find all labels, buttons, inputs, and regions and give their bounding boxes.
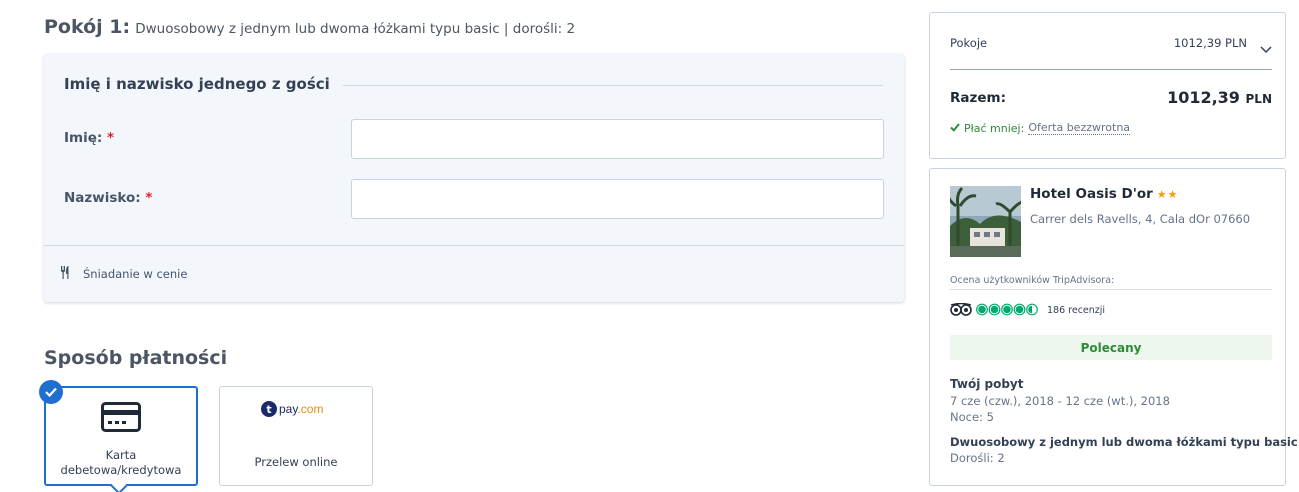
payment-option-card[interactable]: Karta debetowa/kredytowa — [39, 380, 198, 492]
selected-check-icon — [39, 380, 63, 404]
credit-card-icon — [101, 402, 141, 436]
payment-card-label: Karta debetowa/kredytowa — [60, 448, 182, 477]
guest-form-heading: Imię i nazwisko jednego z gości — [64, 75, 330, 93]
tpay-logo: t pay.com — [261, 401, 323, 417]
first-name-label: Imię: * — [64, 130, 115, 146]
hotel-name: Hotel Oasis D'or ★★ — [1030, 186, 1179, 202]
stay-nights: Noce: 5 — [950, 410, 994, 424]
payment-option-online-transfer[interactable]: t pay.com Przelew online — [219, 386, 373, 486]
chevron-down-icon[interactable] — [1260, 39, 1272, 58]
check-icon — [950, 122, 960, 135]
pay-later-info: Płać mniej: Oferta bezzwrotna — [950, 121, 1131, 135]
payment-online-label: Przelew online — [254, 455, 338, 469]
breakfast-info: Śniadanie w cenie — [60, 266, 187, 282]
rating-bubble-fill — [990, 305, 999, 314]
cutlery-icon — [60, 266, 71, 282]
guest-form-card: Imię i nazwisko jednego z gości Imię: * … — [44, 54, 904, 302]
selected-arrow — [110, 477, 128, 492]
breakfast-label: Śniadanie w cenie — [83, 267, 188, 281]
required-mark: * — [145, 190, 153, 206]
room-heading: Pokój 1: Dwuosobowy z jednym lub dwoma ł… — [44, 16, 575, 38]
tripadvisor-divider — [950, 289, 1272, 290]
hotel-card: Hotel Oasis D'or ★★ Carrer dels Ravells, … — [929, 168, 1298, 486]
rooms-label: Pokoje — [950, 36, 988, 50]
total-amount: 1012,39 PLN — [1167, 88, 1272, 107]
non-refundable-offer-link[interactable]: Oferta bezzwrotna — [1028, 121, 1131, 135]
rating-bubble-fill — [978, 305, 986, 314]
price-summary: Pokoje 1012,39 PLN Razem: 1012,39 PLN Pł… — [929, 12, 1286, 159]
room-title: Pokój 1: — [44, 16, 131, 38]
recommended-badge: Polecany — [950, 335, 1272, 360]
payment-title: Sposób płatności — [44, 347, 228, 369]
review-count: 186 recenzji — [1047, 305, 1106, 316]
card-divider — [44, 245, 904, 246]
hotel-photo — [950, 186, 1021, 257]
room-subtitle: Dwuosobowy z jednym lub dwoma łóżkami ty… — [135, 21, 576, 37]
rating-bubble-fill — [1015, 305, 1024, 314]
required-mark: * — [106, 130, 115, 146]
pay-later-label: Płać mniej: — [964, 121, 1025, 135]
rating-bubble-fill — [1028, 305, 1032, 314]
total-label: Razem: — [950, 90, 1006, 106]
first-name-input[interactable] — [351, 119, 884, 159]
last-name-input[interactable] — [351, 179, 884, 219]
summary-divider — [950, 69, 1272, 70]
rating-bubble-fill — [1003, 305, 1011, 314]
hotel-address: Carrer dels Ravells, 4, Cala dOr 07660 — [1030, 212, 1251, 226]
hotel-stars: ★★ — [1156, 188, 1179, 201]
stay-title: Twój pobyt — [950, 377, 1024, 391]
tripadvisor-label: Ocena użytkowników TripAdvisora: — [950, 275, 1115, 286]
heading-divider — [343, 85, 883, 86]
rooms-price: 1012,39 PLN — [1173, 36, 1247, 50]
rating-bubbles-icon — [976, 301, 1040, 320]
stay-dates: 7 cze (czw.), 2018 - 12 cze (wt.), 2018 — [950, 394, 1170, 408]
room-type: Dwuosobowy z jednym lub dwoma łóżkami ty… — [950, 435, 1298, 449]
tripadvisor-owl-icon — [950, 301, 972, 320]
last-name-label: Nazwisko: * — [64, 190, 153, 206]
tripadvisor-rating: 186 recenzji — [950, 301, 1105, 320]
adults-count: Dorośli: 2 — [950, 451, 1005, 465]
